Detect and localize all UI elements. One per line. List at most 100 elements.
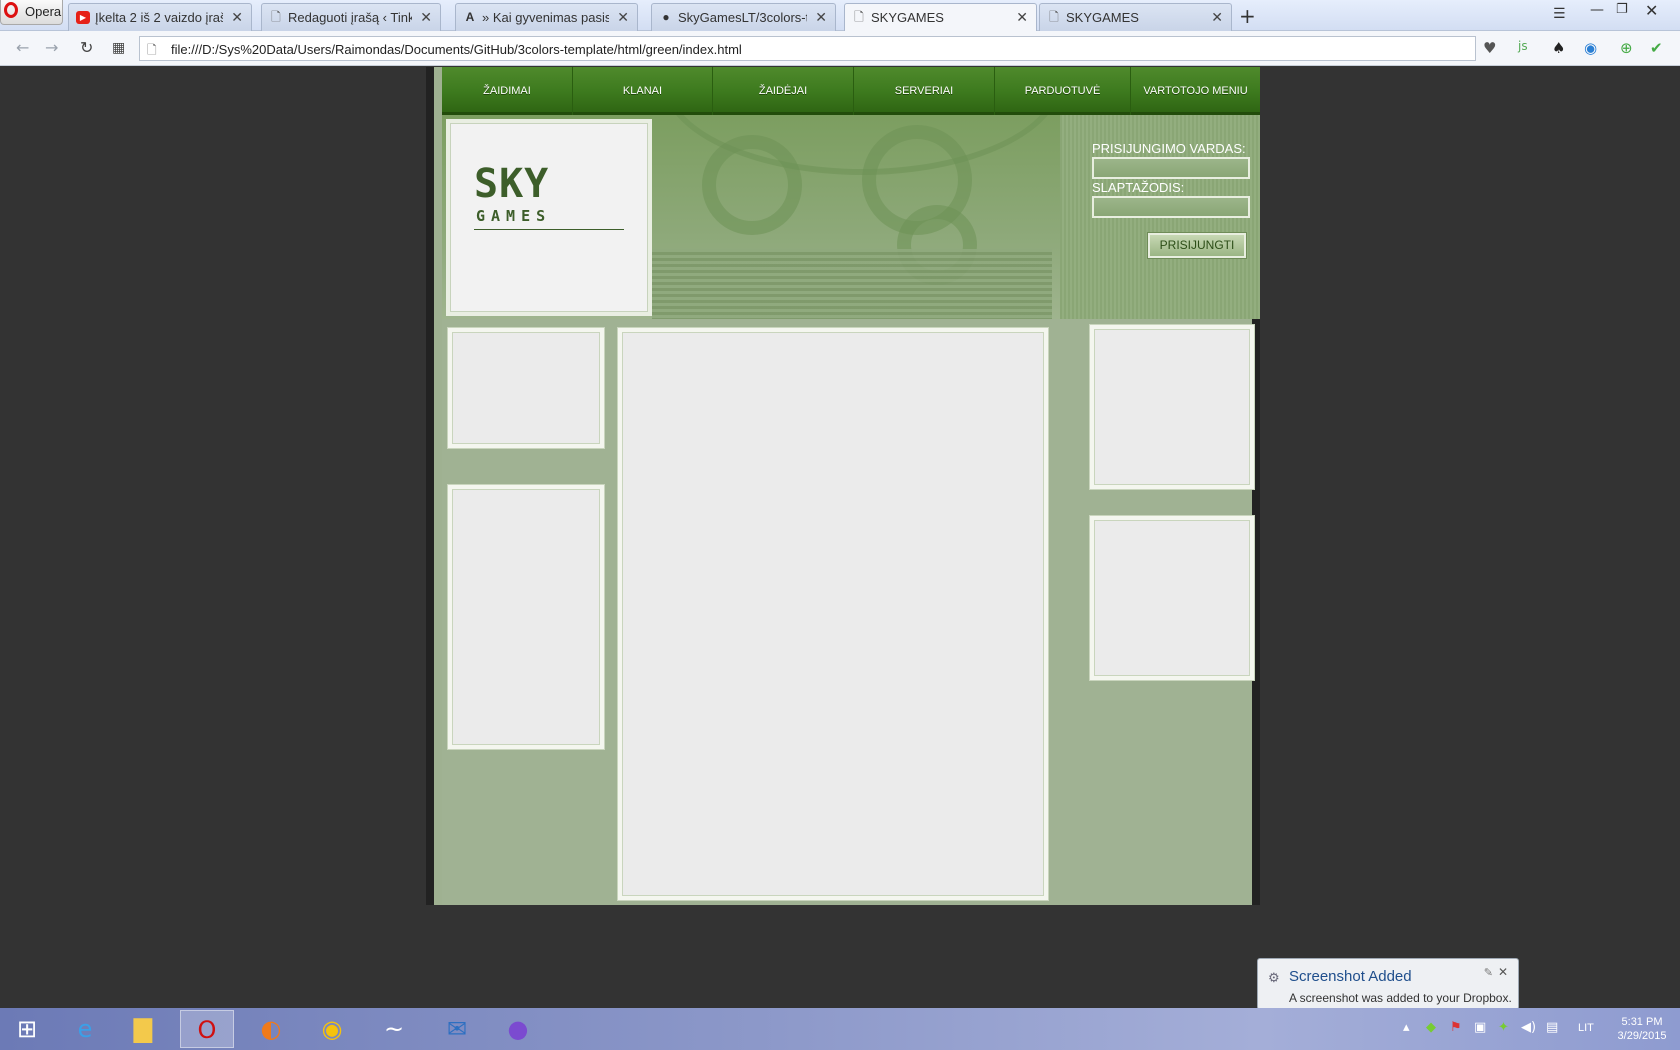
header-stripes bbox=[652, 249, 1052, 319]
minimize-button[interactable]: — bbox=[1590, 2, 1604, 18]
login-panel: PRISIJUNGIMO VARDAS: SLAPTAŽODIS: PRISIJ… bbox=[1060, 115, 1260, 319]
volume-icon[interactable]: ◀) bbox=[1521, 1020, 1536, 1035]
tab-kai-gyvenimas[interactable]: A » Kai gyvenimas pasisuka ki ✕ bbox=[455, 3, 638, 31]
back-arrow-icon[interactable]: ← bbox=[16, 38, 29, 57]
windows-start-icon[interactable]: ⊞ bbox=[0, 1010, 54, 1048]
tab-close-icon[interactable]: ✕ bbox=[1211, 9, 1223, 26]
document-icon: 🗋 bbox=[1049, 10, 1059, 24]
tab-youtube[interactable]: ▶ Įkelta 2 iš 2 vaizdo įrašų - Y ✕ bbox=[68, 3, 252, 31]
tray-flag-icon[interactable]: ⚑ bbox=[1450, 1020, 1462, 1035]
address-bar-row: ← → ↻ ▦ 🗋 file:///D:/Sys%20Data/Users/Ra… bbox=[0, 31, 1680, 66]
opera-taskbar-icon[interactable]: O bbox=[180, 1010, 234, 1048]
reload-icon[interactable]: ↻ bbox=[80, 38, 93, 57]
shield-extension-icon[interactable]: ◉ bbox=[1584, 39, 1597, 57]
password-label: SLAPTAŽODIS: bbox=[1092, 180, 1185, 195]
file-explorer-icon[interactable]: ▇ bbox=[116, 1010, 170, 1048]
network-icon[interactable]: ▤ bbox=[1546, 1020, 1558, 1035]
page-viewport: ŽAIDIMAI KLANAI ŽAIDĖJAI SERVERIAI PARDU… bbox=[0, 67, 1680, 1007]
tab-close-icon[interactable]: ✕ bbox=[1016, 9, 1028, 26]
notification-title: Screenshot Added bbox=[1289, 968, 1412, 985]
tray-monitor-icon[interactable]: ▣ bbox=[1474, 1020, 1486, 1035]
dropbox-notification[interactable]: ⚙ Screenshot Added A screenshot was adde… bbox=[1257, 958, 1519, 1010]
a-letter-icon: A bbox=[465, 10, 475, 24]
dropbox-icon: ⚙ bbox=[1268, 970, 1280, 985]
left-sidebar-box-2 bbox=[448, 485, 604, 749]
windows-taskbar: ⊞ e ▇ O ◐ ◉ ~ ✉ ● ▴ ◆ ⚑ ▣ ✦ ◀) ▤ LIT 5:3… bbox=[0, 1008, 1680, 1050]
close-window-button[interactable]: ✕ bbox=[1645, 1, 1658, 20]
clock-time: 5:31 PM bbox=[1621, 1016, 1663, 1028]
page-info-icon[interactable]: 🗋 bbox=[147, 41, 157, 62]
tab-close-icon[interactable]: ✕ bbox=[231, 9, 243, 26]
opera-menu-label: Opera bbox=[25, 4, 62, 19]
document-icon: 🗋 bbox=[854, 10, 864, 24]
logo-divider bbox=[474, 229, 624, 230]
tab-skygames-active[interactable]: 🗋 SKYGAMES ✕ bbox=[844, 3, 1037, 32]
internet-explorer-icon[interactable]: e bbox=[58, 1010, 112, 1048]
youtube-icon: ▶ bbox=[76, 11, 90, 24]
tab-title: Redaguoti įrašą ‹ Tinklaraš bbox=[288, 10, 412, 25]
tab-title: SkyGamesLT/3colors-temp bbox=[678, 10, 807, 25]
new-tab-button[interactable]: + bbox=[1239, 4, 1256, 28]
logo-panel: SKY GAMES bbox=[446, 119, 652, 316]
forward-arrow-icon[interactable]: → bbox=[45, 38, 58, 57]
tab-skygames[interactable]: 🗋 SKYGAMES ✕ bbox=[1039, 3, 1232, 31]
nav-item-players[interactable]: ŽAIDĖJAI bbox=[713, 67, 854, 115]
opera-logo-icon bbox=[4, 2, 18, 18]
main-content-box bbox=[618, 328, 1048, 900]
url-text: file:///D:/Sys%20Data/Users/Raimondas/Do… bbox=[171, 42, 742, 57]
tab-menu-icon[interactable]: ☰ bbox=[1553, 6, 1566, 22]
skygames-logo: SKY GAMES bbox=[474, 161, 624, 301]
heart-bookmark-icon[interactable]: ♥ bbox=[1483, 39, 1496, 57]
language-indicator[interactable]: LIT bbox=[1578, 1022, 1594, 1034]
logo-text: SKY bbox=[474, 161, 550, 207]
clock[interactable]: 5:31 PM 3/29/2015 bbox=[1612, 1015, 1672, 1043]
username-input[interactable] bbox=[1092, 157, 1250, 179]
speed-dial-icon[interactable]: ▦ bbox=[112, 40, 125, 56]
notification-close-icon[interactable]: ✕ bbox=[1498, 965, 1508, 979]
tray-dropbox-icon[interactable]: ✦ bbox=[1498, 1020, 1509, 1035]
browser-tab-bar: Opera ▶ Įkelta 2 iš 2 vaizdo įrašų - Y ✕… bbox=[0, 0, 1680, 32]
firefox-icon[interactable]: ◐ bbox=[244, 1010, 298, 1048]
left-sidebar-box-1 bbox=[448, 328, 604, 448]
password-input[interactable] bbox=[1092, 196, 1250, 218]
tab-edit-post[interactable]: 🗋 Redaguoti įrašą ‹ Tinklaraš ✕ bbox=[261, 3, 441, 31]
opera-menu-button[interactable]: Opera bbox=[0, 0, 63, 25]
tab-title: Įkelta 2 iš 2 vaizdo įrašų - Y bbox=[95, 10, 223, 25]
logo-subtext: GAMES bbox=[476, 207, 552, 225]
maximize-button[interactable]: ❐ bbox=[1616, 2, 1628, 17]
chrome-icon[interactable]: ◉ bbox=[305, 1010, 359, 1048]
nav-item-clans[interactable]: KLANAI bbox=[573, 67, 713, 115]
tab-title: SKYGAMES bbox=[1066, 10, 1139, 25]
notification-body: A screenshot was added to your Dropbox. bbox=[1289, 991, 1512, 1005]
nav-item-servers[interactable]: SERVERIAI bbox=[854, 67, 995, 115]
tab-title: SKYGAMES bbox=[871, 10, 944, 25]
thunderbird-icon[interactable]: ✉ bbox=[430, 1010, 484, 1048]
tab-close-icon[interactable]: ✕ bbox=[617, 9, 629, 26]
download-extension-icon[interactable]: ⊕ bbox=[1620, 39, 1633, 57]
js-extension-icon[interactable]: js bbox=[1518, 39, 1528, 53]
tray-green-icon[interactable]: ◆ bbox=[1426, 1020, 1436, 1035]
github-desktop-icon[interactable]: ● bbox=[491, 1010, 545, 1048]
nav-item-user-menu[interactable]: VARTOTOJO MENIU bbox=[1131, 67, 1260, 115]
url-input[interactable]: 🗋 file:///D:/Sys%20Data/Users/Raimondas/… bbox=[139, 36, 1476, 61]
site-header: SKY GAMES PRISIJUNGIMO VARDAS: SLAPTAŽOD… bbox=[442, 115, 1260, 319]
tray-expand-icon[interactable]: ▴ bbox=[1403, 1020, 1410, 1035]
tab-close-icon[interactable]: ✕ bbox=[815, 9, 827, 26]
pin-icon[interactable]: ✎ bbox=[1484, 966, 1493, 979]
main-navigation: ŽAIDIMAI KLANAI ŽAIDĖJAI SERVERIAI PARDU… bbox=[442, 67, 1260, 115]
owl-extension-icon[interactable]: ♠ bbox=[1552, 39, 1565, 57]
username-label: PRISIJUNGIMO VARDAS: bbox=[1092, 141, 1246, 156]
login-button[interactable]: PRISIJUNGTI bbox=[1148, 233, 1246, 258]
tab-close-icon[interactable]: ✕ bbox=[420, 9, 432, 26]
nav-item-games[interactable]: ŽAIDIMAI bbox=[442, 67, 573, 115]
clock-date: 3/29/2015 bbox=[1617, 1030, 1667, 1042]
app-tilde-icon[interactable]: ~ bbox=[367, 1010, 421, 1048]
tab-github[interactable]: ● SkyGamesLT/3colors-temp ✕ bbox=[651, 3, 836, 31]
document-icon: 🗋 bbox=[271, 10, 281, 24]
right-sidebar-box-2 bbox=[1090, 516, 1254, 680]
github-icon: ● bbox=[662, 10, 670, 24]
right-sidebar-box-1 bbox=[1090, 325, 1254, 489]
site-body: ŽAIDIMAI KLANAI ŽAIDĖJAI SERVERIAI PARDU… bbox=[442, 67, 1260, 905]
check-extension-icon[interactable]: ✔ bbox=[1650, 39, 1663, 57]
nav-item-shop[interactable]: PARDUOTUVĖ bbox=[995, 67, 1131, 115]
